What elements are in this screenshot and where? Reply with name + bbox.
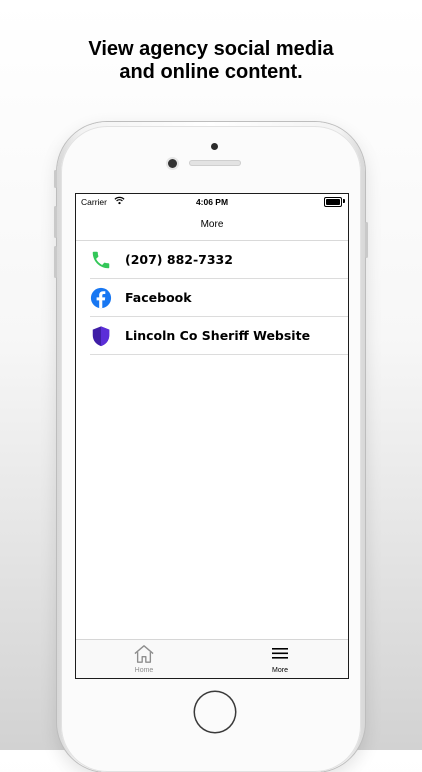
tab-home[interactable]: Home [76, 640, 212, 678]
page-title: More [200, 219, 224, 230]
list-item-website[interactable]: Lincoln Co Sheriff Website [76, 317, 348, 355]
battery-icon [324, 197, 342, 207]
earpiece-speaker [189, 160, 241, 166]
tab-home-label: Home [134, 667, 154, 674]
front-camera [211, 143, 218, 150]
website-label: Lincoln Co Sheriff Website [125, 328, 311, 343]
volume-down-button [54, 246, 57, 278]
power-button [365, 222, 368, 258]
proximity-sensor [168, 159, 177, 168]
volume-up-button [54, 206, 57, 238]
headline-line-1: View agency social media [88, 38, 334, 60]
tab-more[interactable]: More [212, 640, 348, 678]
phone-icon [90, 249, 112, 271]
status-time: 4:06 PM [195, 197, 229, 207]
mute-switch [54, 170, 57, 188]
home-icon [133, 644, 155, 669]
phone-number-label: (207) 882-7332 [125, 252, 233, 267]
menu-icon [270, 644, 290, 667]
tab-more-label: More [272, 667, 288, 674]
list-item-facebook[interactable]: Facebook [76, 279, 348, 317]
home-button[interactable] [195, 692, 235, 732]
marketing-headline: View agency social media and online cont… [0, 38, 422, 84]
row-divider [90, 354, 348, 355]
list-item-phone[interactable]: (207) 882-7332 [76, 241, 348, 279]
navigation-bar: More [76, 210, 348, 241]
more-list: (207) 882-7332 Facebook Lincoln Co Sheri… [76, 241, 348, 355]
tab-bar: Home More [76, 639, 348, 678]
facebook-icon [90, 287, 112, 309]
facebook-label: Facebook [125, 290, 192, 305]
app-screen: Carrier 4:06 PM More (207) 882-7332 Face… [75, 193, 349, 679]
headline-line-2: and online content. [119, 61, 303, 83]
shield-icon [90, 325, 112, 347]
battery-cap [343, 199, 345, 203]
status-bar: Carrier 4:06 PM [76, 194, 348, 210]
